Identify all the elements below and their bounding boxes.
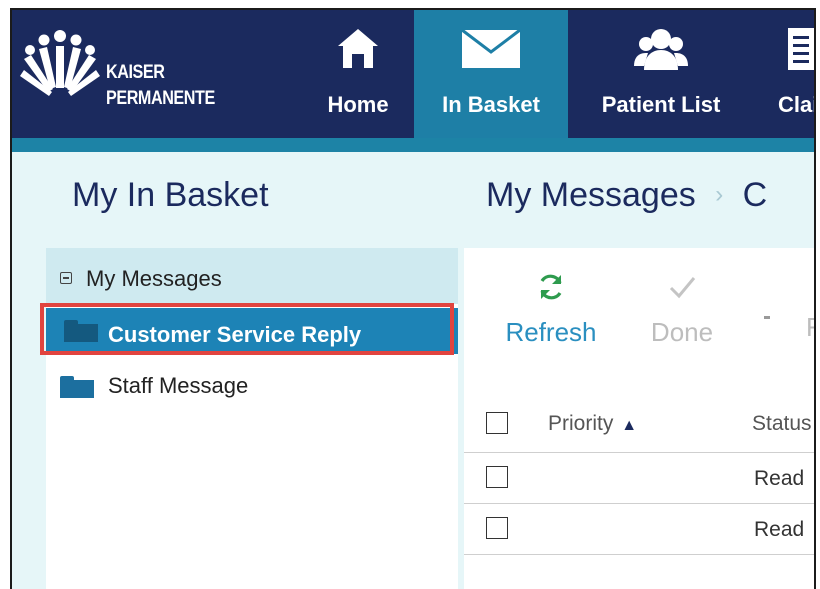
nav-claims[interactable]: Clai [764,10,816,138]
done-label: Done [650,317,714,347]
nav-home-label: Home [327,92,389,117]
breadcrumb: My Messages › C [486,176,767,215]
nav-patient-list-label: Patient List [601,92,721,117]
refresh-icon [540,274,562,300]
folder-group-label: My Messages [86,266,222,291]
kaiser-permanente-logo: KAISER PERMANENTE [20,26,260,116]
folder-item-label: Staff Message [108,373,249,398]
more-label: F [806,312,814,343]
column-priority-label: Priority [548,412,614,435]
table-row[interactable]: Read [464,453,814,504]
row-checkbox[interactable] [486,466,508,488]
header-accent-strip [12,138,814,152]
page-title: My In Basket [72,176,269,214]
done-button[interactable]: Done [632,272,732,348]
folder-item-staff-message[interactable]: Staff Message [46,360,458,406]
kaiser-sunburst-icon [20,30,100,96]
row-checkbox[interactable] [486,517,508,539]
folder-tree: My Messages Customer Service Reply Staff… [40,248,458,589]
messages-toolbar: Refresh Done F [464,248,814,396]
breadcrumb-current[interactable]: My Messages [486,176,696,214]
folder-icon [60,376,94,398]
brand-name: KAISER PERMANENTE [106,60,215,112]
home-icon [308,26,408,76]
messages-pane: Refresh Done F Priority ▲ Status [464,248,814,589]
selection-highlight-box [40,303,454,355]
column-priority[interactable]: Priority ▲ [548,412,637,436]
folder-group-my-messages[interactable]: My Messages [46,248,458,304]
refresh-button[interactable]: Refresh [496,272,606,348]
nav-in-basket-label: In Basket [442,92,540,117]
nav-patient-list[interactable]: Patient List [582,10,740,138]
table-header-row: Priority ▲ Status [464,396,814,453]
sort-ascending-icon: ▲ [621,417,638,434]
select-all-checkbox[interactable] [486,412,508,434]
more-button[interactable]: F [806,272,814,343]
chevron-right-icon: › [715,181,724,208]
table-row[interactable]: Read [464,504,814,555]
nav-in-basket[interactable]: In Basket [414,10,568,138]
document-icon [764,26,814,76]
top-navigation-bar: KAISER PERMANENTE Home In Basket Patient… [12,10,814,138]
envelope-icon [414,26,568,76]
brand-line1: KAISER [106,62,165,83]
brand-line2: PERMANENTE [106,88,215,109]
nav-claims-label: Clai [778,92,816,117]
dropdown-arrow-icon[interactable] [764,316,770,319]
collapse-icon[interactable] [60,272,72,284]
row-status: Read [754,467,805,490]
people-icon [582,26,740,76]
column-status[interactable]: Status [752,412,812,436]
refresh-label: Refresh [505,317,597,347]
row-status: Read [754,518,805,541]
checkmark-icon [669,277,696,299]
app-window: KAISER PERMANENTE Home In Basket Patient… [10,8,816,589]
nav-home[interactable]: Home [308,10,408,138]
breadcrumb-next[interactable]: C [743,176,768,214]
